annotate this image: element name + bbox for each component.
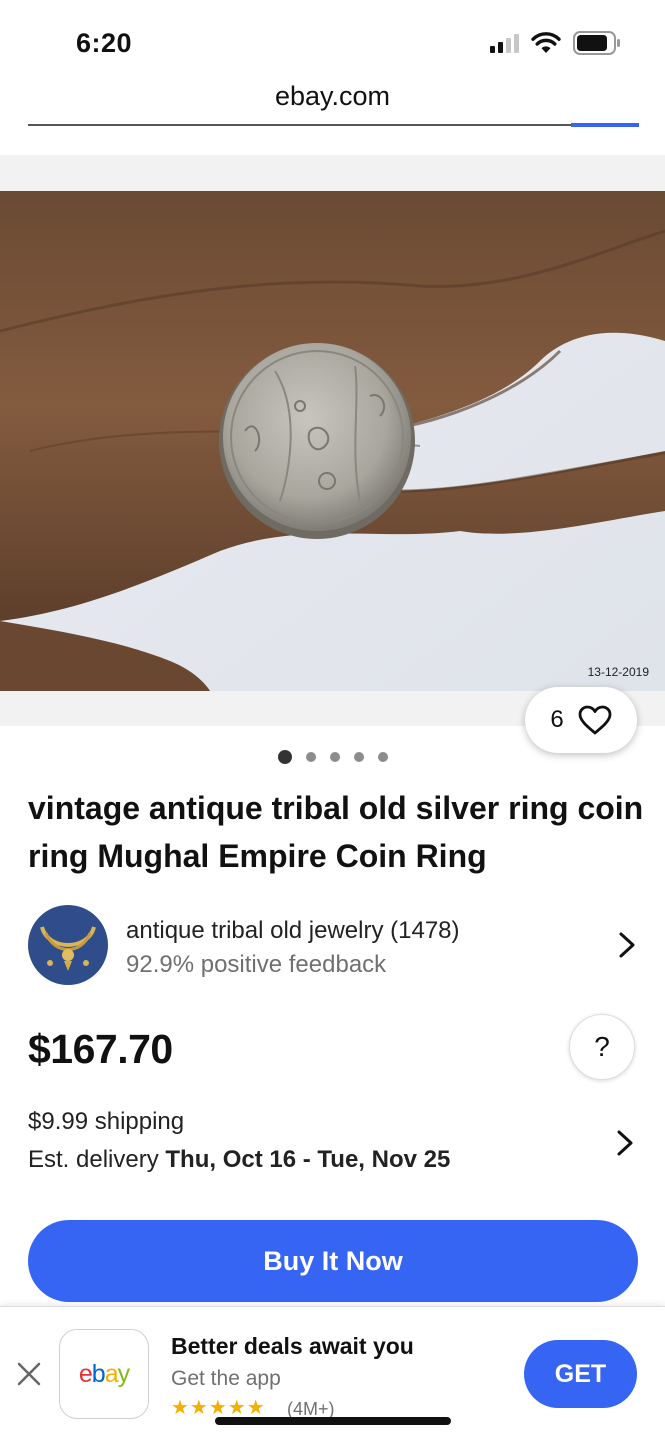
address-bar[interactable]: ebay.com xyxy=(0,70,665,126)
watch-count: 6 xyxy=(550,706,564,733)
signal-icon xyxy=(490,33,519,53)
carousel-dot[interactable] xyxy=(305,752,316,762)
chevron-right-icon[interactable] xyxy=(612,1127,638,1159)
image-carousel-dots[interactable] xyxy=(0,750,665,764)
image-top-band xyxy=(0,155,665,191)
battery-icon xyxy=(573,31,620,55)
app-banner-title: Better deals await you xyxy=(171,1333,414,1359)
seller-info[interactable]: antique tribal old jewelry (1478) 92.9% … xyxy=(28,905,640,987)
status-time: 6:20 xyxy=(76,28,133,58)
url-text[interactable]: ebay.com xyxy=(0,70,665,122)
carousel-dot[interactable] xyxy=(377,752,388,762)
estimated-delivery: Est. delivery Thu, Oct 16 - Tue, Nov 25 xyxy=(28,1146,450,1174)
product-price: $167.70 xyxy=(28,1026,173,1072)
shipping-cost: $9.99 shipping xyxy=(28,1108,185,1135)
home-indicator[interactable] xyxy=(215,1417,451,1425)
coin-ring-photo xyxy=(0,191,665,691)
watch-button[interactable]: 6 xyxy=(525,687,637,753)
seller-name[interactable]: antique tribal old jewelry (1478) xyxy=(126,917,460,945)
buy-it-now-button[interactable]: Buy It Now xyxy=(28,1220,638,1302)
ebay-app-icon[interactable]: ebay xyxy=(59,1329,149,1419)
carousel-dot[interactable] xyxy=(277,750,292,764)
status-icons xyxy=(490,31,621,55)
page-load-progress xyxy=(571,123,639,127)
seller-feedback: 92.9% positive feedback xyxy=(126,951,387,978)
help-button[interactable]: ? xyxy=(569,1014,635,1080)
product-image[interactable]: 13-12-2019 xyxy=(0,191,665,691)
carousel-dot[interactable] xyxy=(353,752,364,762)
carousel-dot[interactable] xyxy=(329,752,340,762)
necklace-icon xyxy=(28,905,108,985)
page-load-track xyxy=(28,124,571,126)
heart-icon xyxy=(578,705,612,735)
app-banner-subtitle: Get the app xyxy=(171,1367,281,1390)
close-icon[interactable] xyxy=(14,1359,44,1389)
ebay-logo: ebay xyxy=(78,1359,130,1388)
photo-date-stamp: 13-12-2019 xyxy=(587,665,649,679)
chevron-right-icon[interactable] xyxy=(614,929,640,961)
delivery-label: Est. delivery xyxy=(28,1146,166,1173)
delivery-dates: Thu, Oct 16 - Tue, Nov 25 xyxy=(165,1146,451,1173)
status-bar: 6:20 xyxy=(0,0,665,70)
get-app-button[interactable]: GET xyxy=(524,1340,637,1408)
wifi-icon xyxy=(531,32,561,53)
product-title: vintage antique tribal old silver ring c… xyxy=(28,790,644,874)
seller-avatar[interactable] xyxy=(28,905,108,985)
